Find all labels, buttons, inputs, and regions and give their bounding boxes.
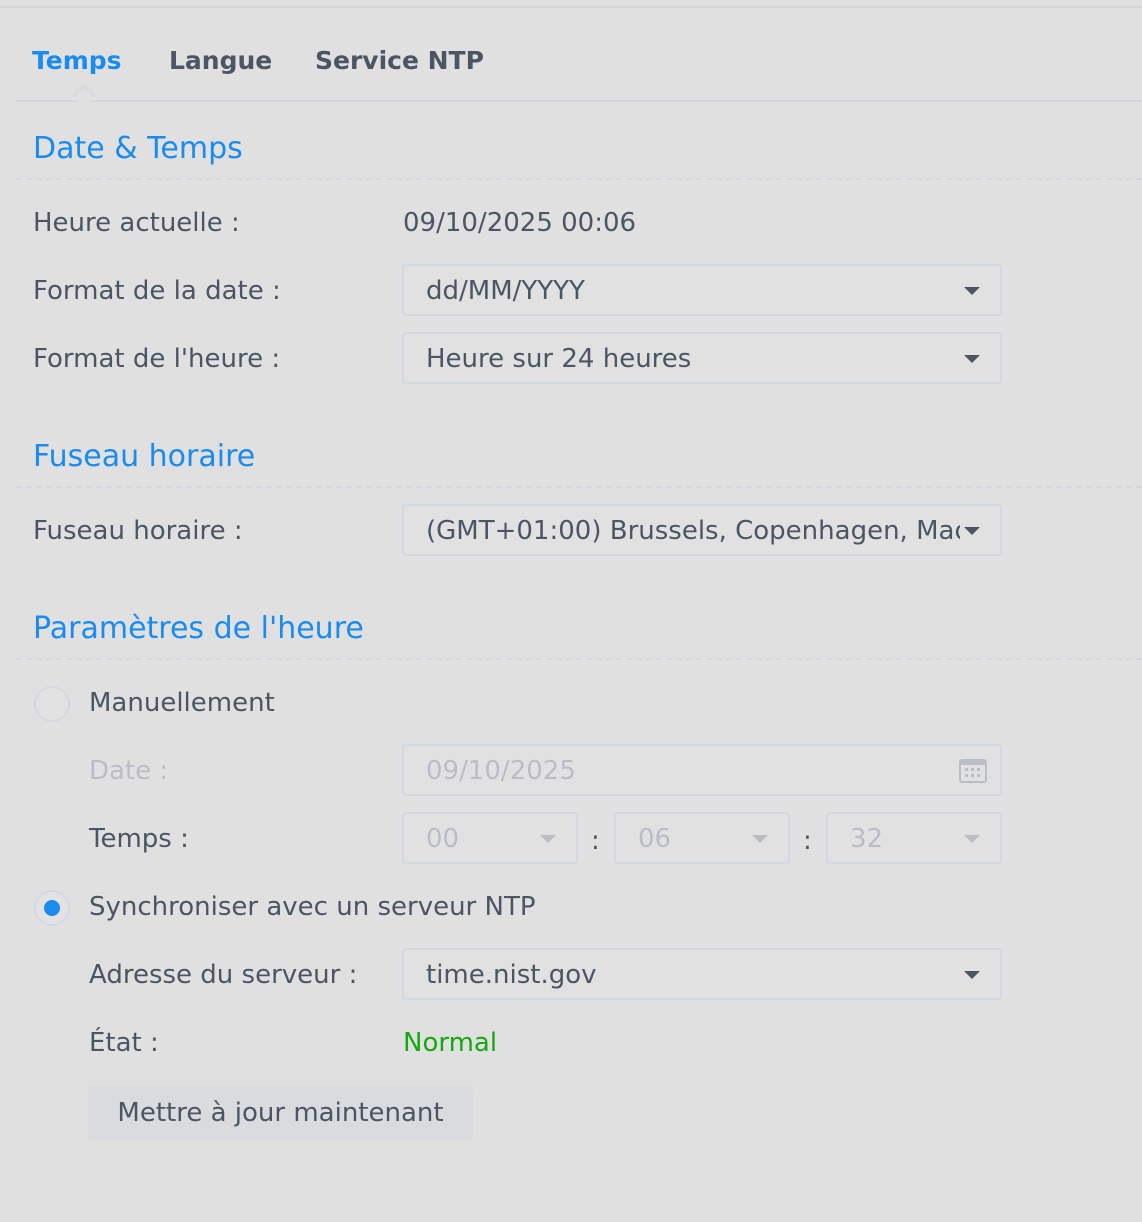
time-format-label: Format de l'heure : bbox=[33, 344, 281, 374]
time-separator: : bbox=[803, 826, 812, 856]
top-divider bbox=[0, 6, 1142, 8]
tab-bar: Temps Langue Service NTP bbox=[16, 30, 1142, 108]
chevron-down-icon bbox=[964, 287, 980, 295]
date-input[interactable]: 09/10/2025 bbox=[402, 744, 1002, 796]
section-divider bbox=[16, 178, 1142, 180]
update-now-button[interactable]: Mettre à jour maintenant bbox=[88, 1086, 473, 1140]
second-select[interactable]: 32 bbox=[826, 812, 1002, 864]
time-separator: : bbox=[591, 826, 600, 856]
chevron-down-icon bbox=[964, 527, 980, 535]
time-format-select[interactable]: Heure sur 24 heures bbox=[402, 332, 1002, 384]
calendar-icon[interactable] bbox=[958, 758, 988, 784]
timezone-label: Fuseau horaire : bbox=[33, 516, 243, 546]
tab-temps[interactable]: Temps bbox=[32, 46, 122, 75]
timezone-value: (GMT+01:00) Brussels, Copenhagen, Madrid… bbox=[426, 516, 960, 546]
chevron-down-icon bbox=[540, 835, 556, 843]
server-address-label: Adresse du serveur : bbox=[89, 960, 358, 990]
manual-label: Manuellement bbox=[89, 688, 275, 718]
manual-radio[interactable] bbox=[34, 686, 70, 722]
timezone-select[interactable]: (GMT+01:00) Brussels, Copenhagen, Madrid… bbox=[402, 504, 1002, 556]
section-divider bbox=[16, 486, 1142, 488]
current-time-label: Heure actuelle : bbox=[33, 208, 240, 238]
date-format-value: dd/MM/YYYY bbox=[426, 276, 585, 306]
tab-langue[interactable]: Langue bbox=[169, 46, 272, 75]
section-title-time-settings: Paramètres de l'heure bbox=[33, 611, 364, 646]
hour-value: 00 bbox=[426, 824, 460, 854]
chevron-down-icon bbox=[964, 835, 980, 843]
date-format-select[interactable]: dd/MM/YYYY bbox=[402, 264, 1002, 316]
current-time-value: 09/10/2025 00:06 bbox=[403, 208, 637, 238]
chevron-down-icon bbox=[752, 835, 768, 843]
tab-service-ntp[interactable]: Service NTP bbox=[315, 46, 484, 75]
minute-select[interactable]: 06 bbox=[614, 812, 790, 864]
timezone-value-clip: (GMT+01:00) Brussels, Copenhagen, Madrid… bbox=[404, 506, 960, 554]
state-value: Normal bbox=[403, 1028, 498, 1058]
server-address-select[interactable]: time.nist.gov bbox=[402, 948, 1002, 1000]
server-address-value: time.nist.gov bbox=[426, 960, 597, 990]
hour-select[interactable]: 00 bbox=[402, 812, 578, 864]
state-label: État : bbox=[89, 1028, 159, 1058]
section-divider bbox=[16, 658, 1142, 660]
active-tab-indicator bbox=[72, 84, 96, 108]
section-title-date-time: Date & Temps bbox=[33, 131, 243, 166]
date-value: 09/10/2025 bbox=[426, 756, 576, 786]
section-title-timezone: Fuseau horaire bbox=[33, 439, 256, 474]
chevron-down-icon bbox=[964, 355, 980, 363]
date-format-label: Format de la date : bbox=[33, 276, 281, 306]
minute-value: 06 bbox=[638, 824, 672, 854]
time-label: Temps : bbox=[89, 824, 189, 854]
date-label: Date : bbox=[89, 756, 169, 786]
time-format-value: Heure sur 24 heures bbox=[426, 344, 692, 374]
ntp-label: Synchroniser avec un serveur NTP bbox=[89, 892, 536, 922]
ntp-radio[interactable] bbox=[34, 890, 70, 926]
second-value: 32 bbox=[850, 824, 884, 854]
chevron-down-icon bbox=[964, 971, 980, 979]
